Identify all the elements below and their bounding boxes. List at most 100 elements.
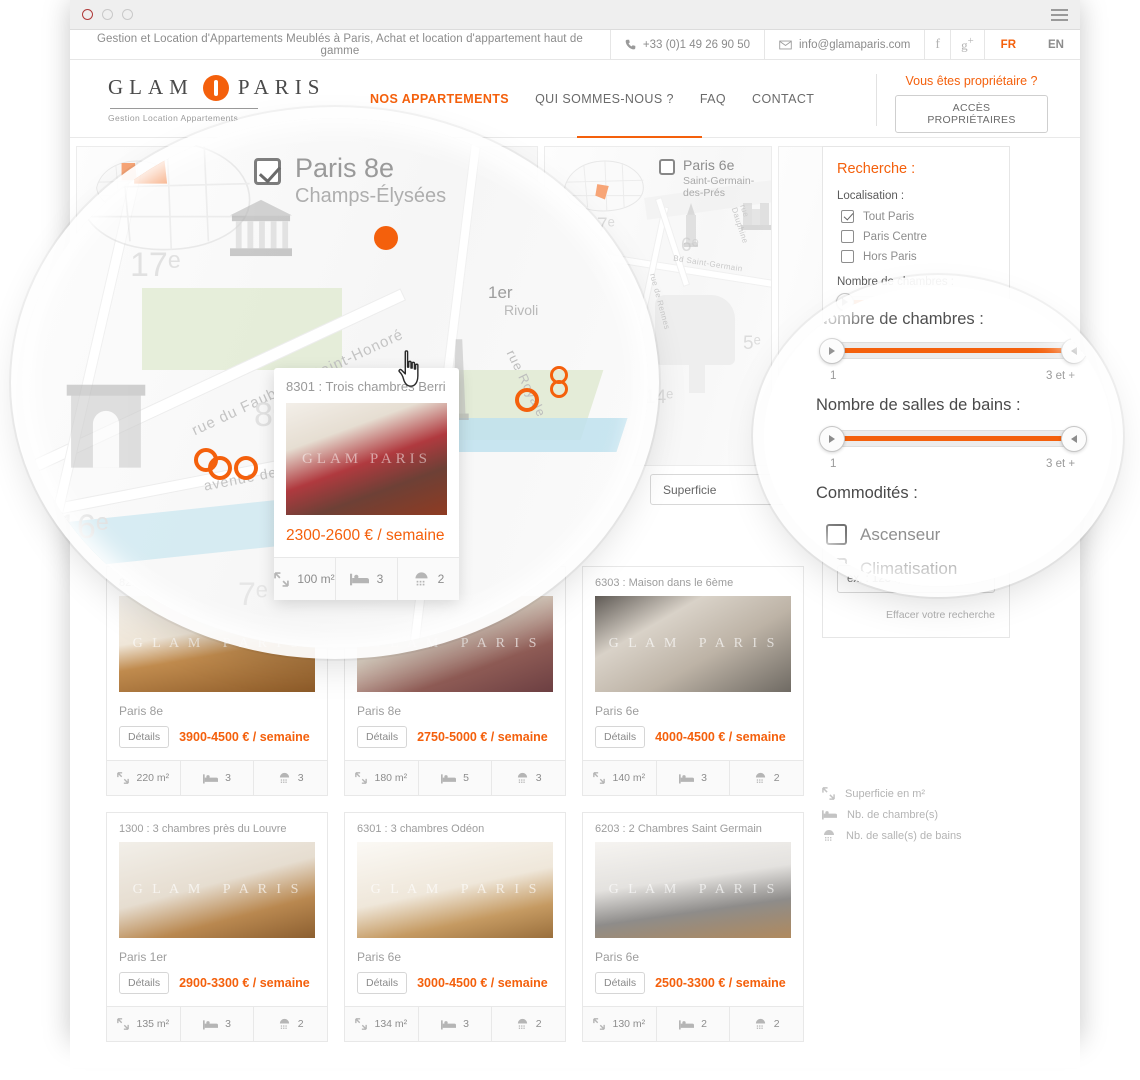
top-info-bar: Gestion et Location d'Appartements Meubl… <box>70 29 1080 60</box>
card-amenities: 220 m² 3 3 <box>107 760 327 795</box>
checkbox-paris-centre[interactable]: Paris Centre <box>841 230 995 243</box>
amenity-bedrooms-value: 3 <box>376 572 384 586</box>
checkbox-box[interactable] <box>841 250 854 263</box>
magnified-bedrooms-label: Nombre de chambres : <box>816 310 984 328</box>
magnified-checkbox-climatisation[interactable]: Climatisation <box>826 558 957 579</box>
magnified-bathrooms-slider[interactable] <box>819 426 1087 452</box>
phone-contact[interactable]: +33 (0)1 49 26 90 50 <box>609 29 764 60</box>
card-location: Paris 8e <box>119 704 164 718</box>
hamburger-icon[interactable] <box>1051 8 1068 21</box>
card-reference: 1300 : 3 chambres près du Louvre <box>119 823 287 835</box>
slider-handle-min[interactable] <box>819 338 845 364</box>
legend-item-bathrooms: Nb. de salle(s) de bains <box>822 825 1012 846</box>
maximize-icon[interactable] <box>122 9 133 20</box>
apartment-card[interactable]: 6203 : 2 Chambres Saint Germain G L A M … <box>582 812 804 1042</box>
nav-item-nos-appartements[interactable]: NOS APPARTEMENTS <box>370 88 509 110</box>
nav-item-contact[interactable]: CONTACT <box>752 88 814 110</box>
slider-handle-max[interactable] <box>1061 338 1087 364</box>
shower-icon <box>517 772 527 783</box>
map-pin[interactable] <box>208 456 232 480</box>
amenity-bedrooms-value: 3 <box>463 1018 469 1030</box>
google-plus-icon: g+ <box>961 35 974 53</box>
checkbox-tout-paris[interactable]: Tout Paris <box>841 210 995 223</box>
legend-label: Nb. de chambre(s) <box>847 808 939 821</box>
details-button[interactable]: Détails <box>595 726 646 748</box>
map-pin[interactable] <box>515 388 539 412</box>
details-button[interactable]: Détails <box>119 726 170 748</box>
slider-handle-min[interactable] <box>819 426 845 452</box>
apartment-card[interactable]: 1300 : 3 chambres près du Louvre G L A M… <box>106 812 328 1042</box>
close-icon[interactable] <box>82 9 93 20</box>
slider-handle-max[interactable] <box>1061 426 1087 452</box>
checkbox-box[interactable] <box>826 524 847 545</box>
logo-word-right: PARIS <box>237 75 326 99</box>
details-button[interactable]: Détails <box>357 972 408 994</box>
amenity-area: 135 m² <box>107 1007 181 1041</box>
phone-icon <box>625 39 636 50</box>
amenity-area-value: 140 m² <box>612 772 646 784</box>
map-checkbox-paris-6e[interactable] <box>659 159 675 175</box>
card-photo[interactable]: G L A M P A R I S <box>357 842 553 938</box>
shower-icon <box>279 772 289 783</box>
card-price-row: Détails 2900-3300 € / semaine <box>107 972 327 1006</box>
amenity-bathrooms-value: 2 <box>437 572 445 586</box>
amenity-bathrooms: 2 <box>254 1007 327 1041</box>
area-icon <box>117 772 130 784</box>
facebook-icon: f <box>935 36 941 52</box>
details-button[interactable]: Détails <box>357 726 408 748</box>
photo-watermark: G L A M P A R I S <box>370 882 540 897</box>
owner-access-button[interactable]: ACCÈS PROPRIÉTAIRES <box>895 95 1048 133</box>
magnified-map-subtitle-text: Champs-Élysées <box>295 184 447 207</box>
details-button[interactable]: Détails <box>595 972 646 994</box>
card-photo[interactable]: G L A M P A R I S <box>119 842 315 938</box>
owner-box: Vous êtes propriétaire ? ACCÈS PROPRIÉTA… <box>876 74 1048 133</box>
clear-search-link[interactable]: Effacer votre recherche <box>837 609 995 621</box>
email-contact[interactable]: info@glamaparis.com <box>764 29 924 60</box>
amenity-area-value: 130 m² <box>612 1018 646 1030</box>
area-icon <box>274 571 290 587</box>
legend-label: Superficie en m² <box>845 787 926 800</box>
card-price-row: Détails 3000-4500 € / semaine <box>345 972 565 1006</box>
details-button[interactable]: Détails <box>119 972 170 994</box>
checkbox-hors-paris[interactable]: Hors Paris <box>841 250 995 263</box>
shower-icon <box>824 830 834 841</box>
email-address: info@glamaparis.com <box>799 38 911 51</box>
checkbox-box[interactable] <box>841 230 854 243</box>
nav-item-faq[interactable]: FAQ <box>700 88 726 110</box>
magnifier-filters-zoom: Hors Paris Nombre de chambres : 1 3 et +… <box>764 286 1112 586</box>
minimize-icon[interactable] <box>102 9 113 20</box>
slider-fill <box>833 436 1073 441</box>
amenity-bedrooms: 5 <box>419 761 493 795</box>
lang-fr[interactable]: FR <box>983 29 1032 60</box>
map-pin[interactable] <box>550 380 568 398</box>
facebook-link[interactable]: f <box>924 29 950 60</box>
map-arrondissement-label: 1er <box>488 283 513 302</box>
map-street-label: Rivoli <box>504 302 539 318</box>
apartment-card[interactable]: 6301 : 3 chambres Odéon G L A M P A R I … <box>344 812 566 1042</box>
shower-icon <box>415 572 428 586</box>
map-pin-selected[interactable] <box>374 226 398 250</box>
area-icon <box>355 1018 368 1030</box>
map-checkbox-paris-8e[interactable] <box>254 158 281 185</box>
logo[interactable]: GLAM PARIS Gestion Location Appartements <box>70 74 370 123</box>
map-pin[interactable] <box>234 456 258 480</box>
map-apartment-popup[interactable]: 8301 : Trois chambres Berri GLAM PARIS 2… <box>274 368 459 600</box>
lang-en[interactable]: EN <box>1032 30 1080 60</box>
checkbox-box[interactable] <box>841 210 854 223</box>
popup-photo[interactable]: GLAM PARIS <box>286 403 447 515</box>
card-location: Paris 6e <box>595 704 640 718</box>
map-subtitle-text: Saint-Germain-des-Prés <box>683 175 755 200</box>
card-photo[interactable]: G L A M P A R I S <box>595 842 791 938</box>
amenity-bedrooms: 3 <box>657 761 731 795</box>
checkbox-box[interactable] <box>826 558 847 579</box>
nav-item-qui-sommes-nous[interactable]: QUI SOMMES-NOUS ? <box>535 88 674 110</box>
map-header: Paris 6e Saint-Germain-des-Prés <box>659 157 771 199</box>
google-plus-link[interactable]: g+ <box>950 29 984 60</box>
card-price-row: Détails 2750-5000 € / semaine <box>345 726 565 760</box>
magnified-bathrooms-max: 3 et + <box>1046 458 1076 470</box>
amenity-area-value: 220 m² <box>136 772 170 784</box>
notre-dame-icon <box>741 203 771 230</box>
magnified-bedrooms-slider[interactable] <box>819 338 1087 364</box>
magnified-checkbox-ascenseur[interactable]: Ascenseur <box>826 524 940 545</box>
photo-watermark: GLAM PARIS <box>301 450 432 467</box>
